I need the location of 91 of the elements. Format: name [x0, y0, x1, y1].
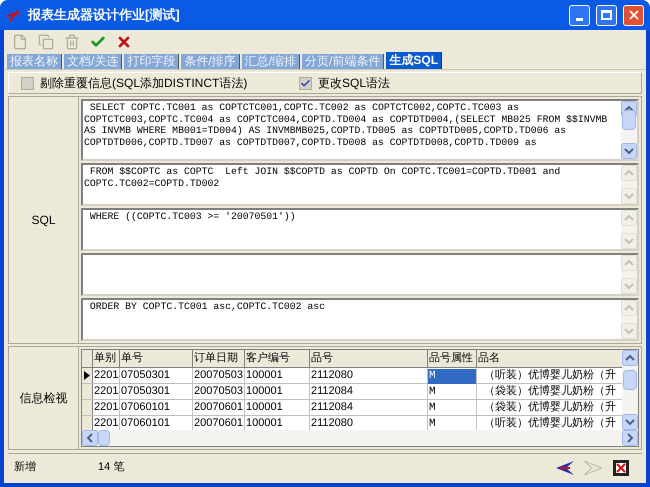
horizontal-scrollbar[interactable]: [82, 430, 638, 446]
table-cell: 20070503: [194, 369, 243, 381]
previous-button[interactable]: [556, 458, 574, 476]
scroll-up-icon: [622, 350, 638, 366]
column-header[interactable]: 订单日期: [193, 350, 245, 367]
table-cell: 100001: [246, 385, 283, 397]
table-cell: 100001: [246, 401, 283, 413]
right-arrow-icon: [584, 460, 602, 474]
table-cell: 07060101: [121, 417, 170, 429]
table-cell: 07050301: [121, 369, 170, 381]
scrollbar[interactable]: [621, 255, 637, 294]
table-cell: 2112080: [311, 369, 354, 381]
table-cell: 2112084: [311, 401, 354, 413]
scroll-up-icon: [621, 165, 637, 181]
table-cell-text: （听装）优博婴儿奶粉（升: [483, 369, 616, 381]
section-label: 信息检视: [20, 390, 68, 407]
scrollbar[interactable]: [621, 165, 637, 204]
scrollbar[interactable]: [622, 350, 638, 430]
trash-icon: [64, 34, 80, 50]
row-header[interactable]: [82, 368, 93, 383]
scroll-down-icon: [621, 143, 637, 159]
scroll-up-icon: [621, 255, 637, 271]
status-mode: 新增: [14, 460, 37, 476]
table-cell: 100001: [246, 417, 283, 429]
column-header[interactable]: 客户编号: [245, 350, 310, 367]
table-cell: 07050301: [121, 385, 170, 397]
table-cell: 2201: [94, 385, 118, 397]
sql-text-area[interactable]: [81, 99, 639, 161]
row-pointer-icon: [84, 371, 90, 380]
record-count: 14 笔: [98, 460, 126, 476]
tab[interactable]: 生成SQL: [386, 52, 442, 69]
checkbox[interactable]: [21, 76, 34, 90]
table-cell: 100001: [246, 369, 283, 381]
checkbox-label: 更改SQL语法: [318, 75, 390, 92]
table-cell: 20070601: [194, 401, 243, 413]
scroll-left-icon: [82, 430, 98, 446]
table-cell: 20070503: [194, 385, 243, 397]
document-icon: [12, 34, 28, 50]
table-cell-text: （听装）优博婴儿奶粉（升: [483, 417, 616, 429]
maximize-button[interactable]: [596, 4, 617, 26]
table-cell: 2112080: [311, 417, 354, 429]
column-header[interactable]: 单别: [93, 350, 120, 367]
scroll-down-icon: [622, 414, 638, 430]
window-title: 报表生成器设计作业[测试]: [28, 6, 181, 24]
section-label: SQL: [31, 212, 56, 229]
table-cell-text: （袋装）优博婴儿奶粉（升: [483, 401, 616, 413]
left-arrow-icon: [556, 460, 574, 474]
checkbox[interactable]: [299, 76, 312, 90]
table-cell: M: [429, 386, 436, 398]
scroll-up-icon: [621, 300, 637, 316]
scroll-thumb[interactable]: [98, 430, 110, 446]
app-logo-icon: [6, 7, 22, 23]
scroll-down-icon: [621, 323, 637, 339]
table-cell: M: [429, 418, 436, 430]
close-icon: [626, 8, 640, 22]
table-cell-text: （袋装）优博婴儿奶粉（升: [483, 385, 616, 397]
copy-icon: [38, 34, 54, 50]
table-cell: 2201: [94, 417, 118, 429]
table-cell: 07060101: [121, 401, 170, 413]
scroll-down-icon: [621, 278, 637, 294]
scrollbar[interactable]: [621, 300, 637, 339]
scroll-thumb[interactable]: [622, 110, 636, 130]
scroll-down-icon: [621, 233, 637, 249]
sql-text: SELECT COPTC.TC001 as COPTCTC001,COPTC.TC002 as COPTCTC002,COPTC.TC003 as COPTCTC003,COPTC.TC004 as COPTCTC004,COPTD.TD004 as COPTDTD004,(SELECT MB025 FROM $$INVMB AS INVMB WHERE MB001=TD004) AS INVMBMB025,COPTD.TD005 as COPTDTD005,COPTD.TD006 as COPTDTD006,COPTD.TD007 as COPTDTD007,COPTD.TD008 as COPTDTD008,COPTD.TD009 as: [84, 102, 608, 148]
sql-text-area[interactable]: WHERE ((COPTC.TC003 >= '20070501')): [81, 208, 639, 251]
table-cell: 2201: [94, 401, 118, 413]
table-cell: M: [429, 402, 436, 414]
sql-text: ORDER BY COPTC.TC001 asc,COPTC.TC002 asc: [88, 301, 326, 312]
minimize-button[interactable]: [569, 4, 590, 26]
column-header[interactable]: 单号: [120, 350, 193, 367]
scroll-thumb[interactable]: [623, 370, 637, 390]
column-header[interactable]: 品名: [477, 350, 622, 367]
table-cell: 2201: [94, 369, 118, 381]
table-cell: M: [428, 369, 476, 384]
sql-text-area[interactable]: FROM $$COPTC as COPTC Left JOIN $$COPTD as COPTD On COPTC.TC001=COPTD.TD001 and COPTC.TC002=COPTD.TD002: [81, 163, 639, 206]
scroll-down-icon: [621, 188, 637, 204]
column-header[interactable]: 品号属性: [428, 350, 477, 367]
sql-text-area[interactable]: ORDER BY COPTC.TC001 asc,COPTC.TC002 asc: [81, 298, 639, 341]
sql-text: FROM $$COPTC as COPTC Left JOIN $$COPTD as COPTD On COPTC.TC001=COPTD.TD001 and COPTC.TC002=COPTD.TD002: [84, 166, 562, 188]
table-cell: 2112084: [311, 385, 354, 397]
column-header[interactable]: 品号: [310, 350, 428, 367]
next-button[interactable]: [584, 458, 602, 476]
table-cell: 20070601: [194, 417, 243, 429]
close-icon: [116, 34, 132, 50]
checkbox-label: 剔除重覆信息(SQL添加DISTINCT语法): [40, 75, 248, 92]
scroll-right-icon: [622, 430, 638, 446]
scroll-up-icon: [621, 210, 637, 226]
scrollbar[interactable]: [621, 101, 637, 159]
scrollbar[interactable]: [621, 210, 637, 249]
close-button[interactable]: [623, 4, 644, 26]
sql-text: WHERE ((COPTC.TC003 >= '20070501')): [88, 211, 296, 222]
